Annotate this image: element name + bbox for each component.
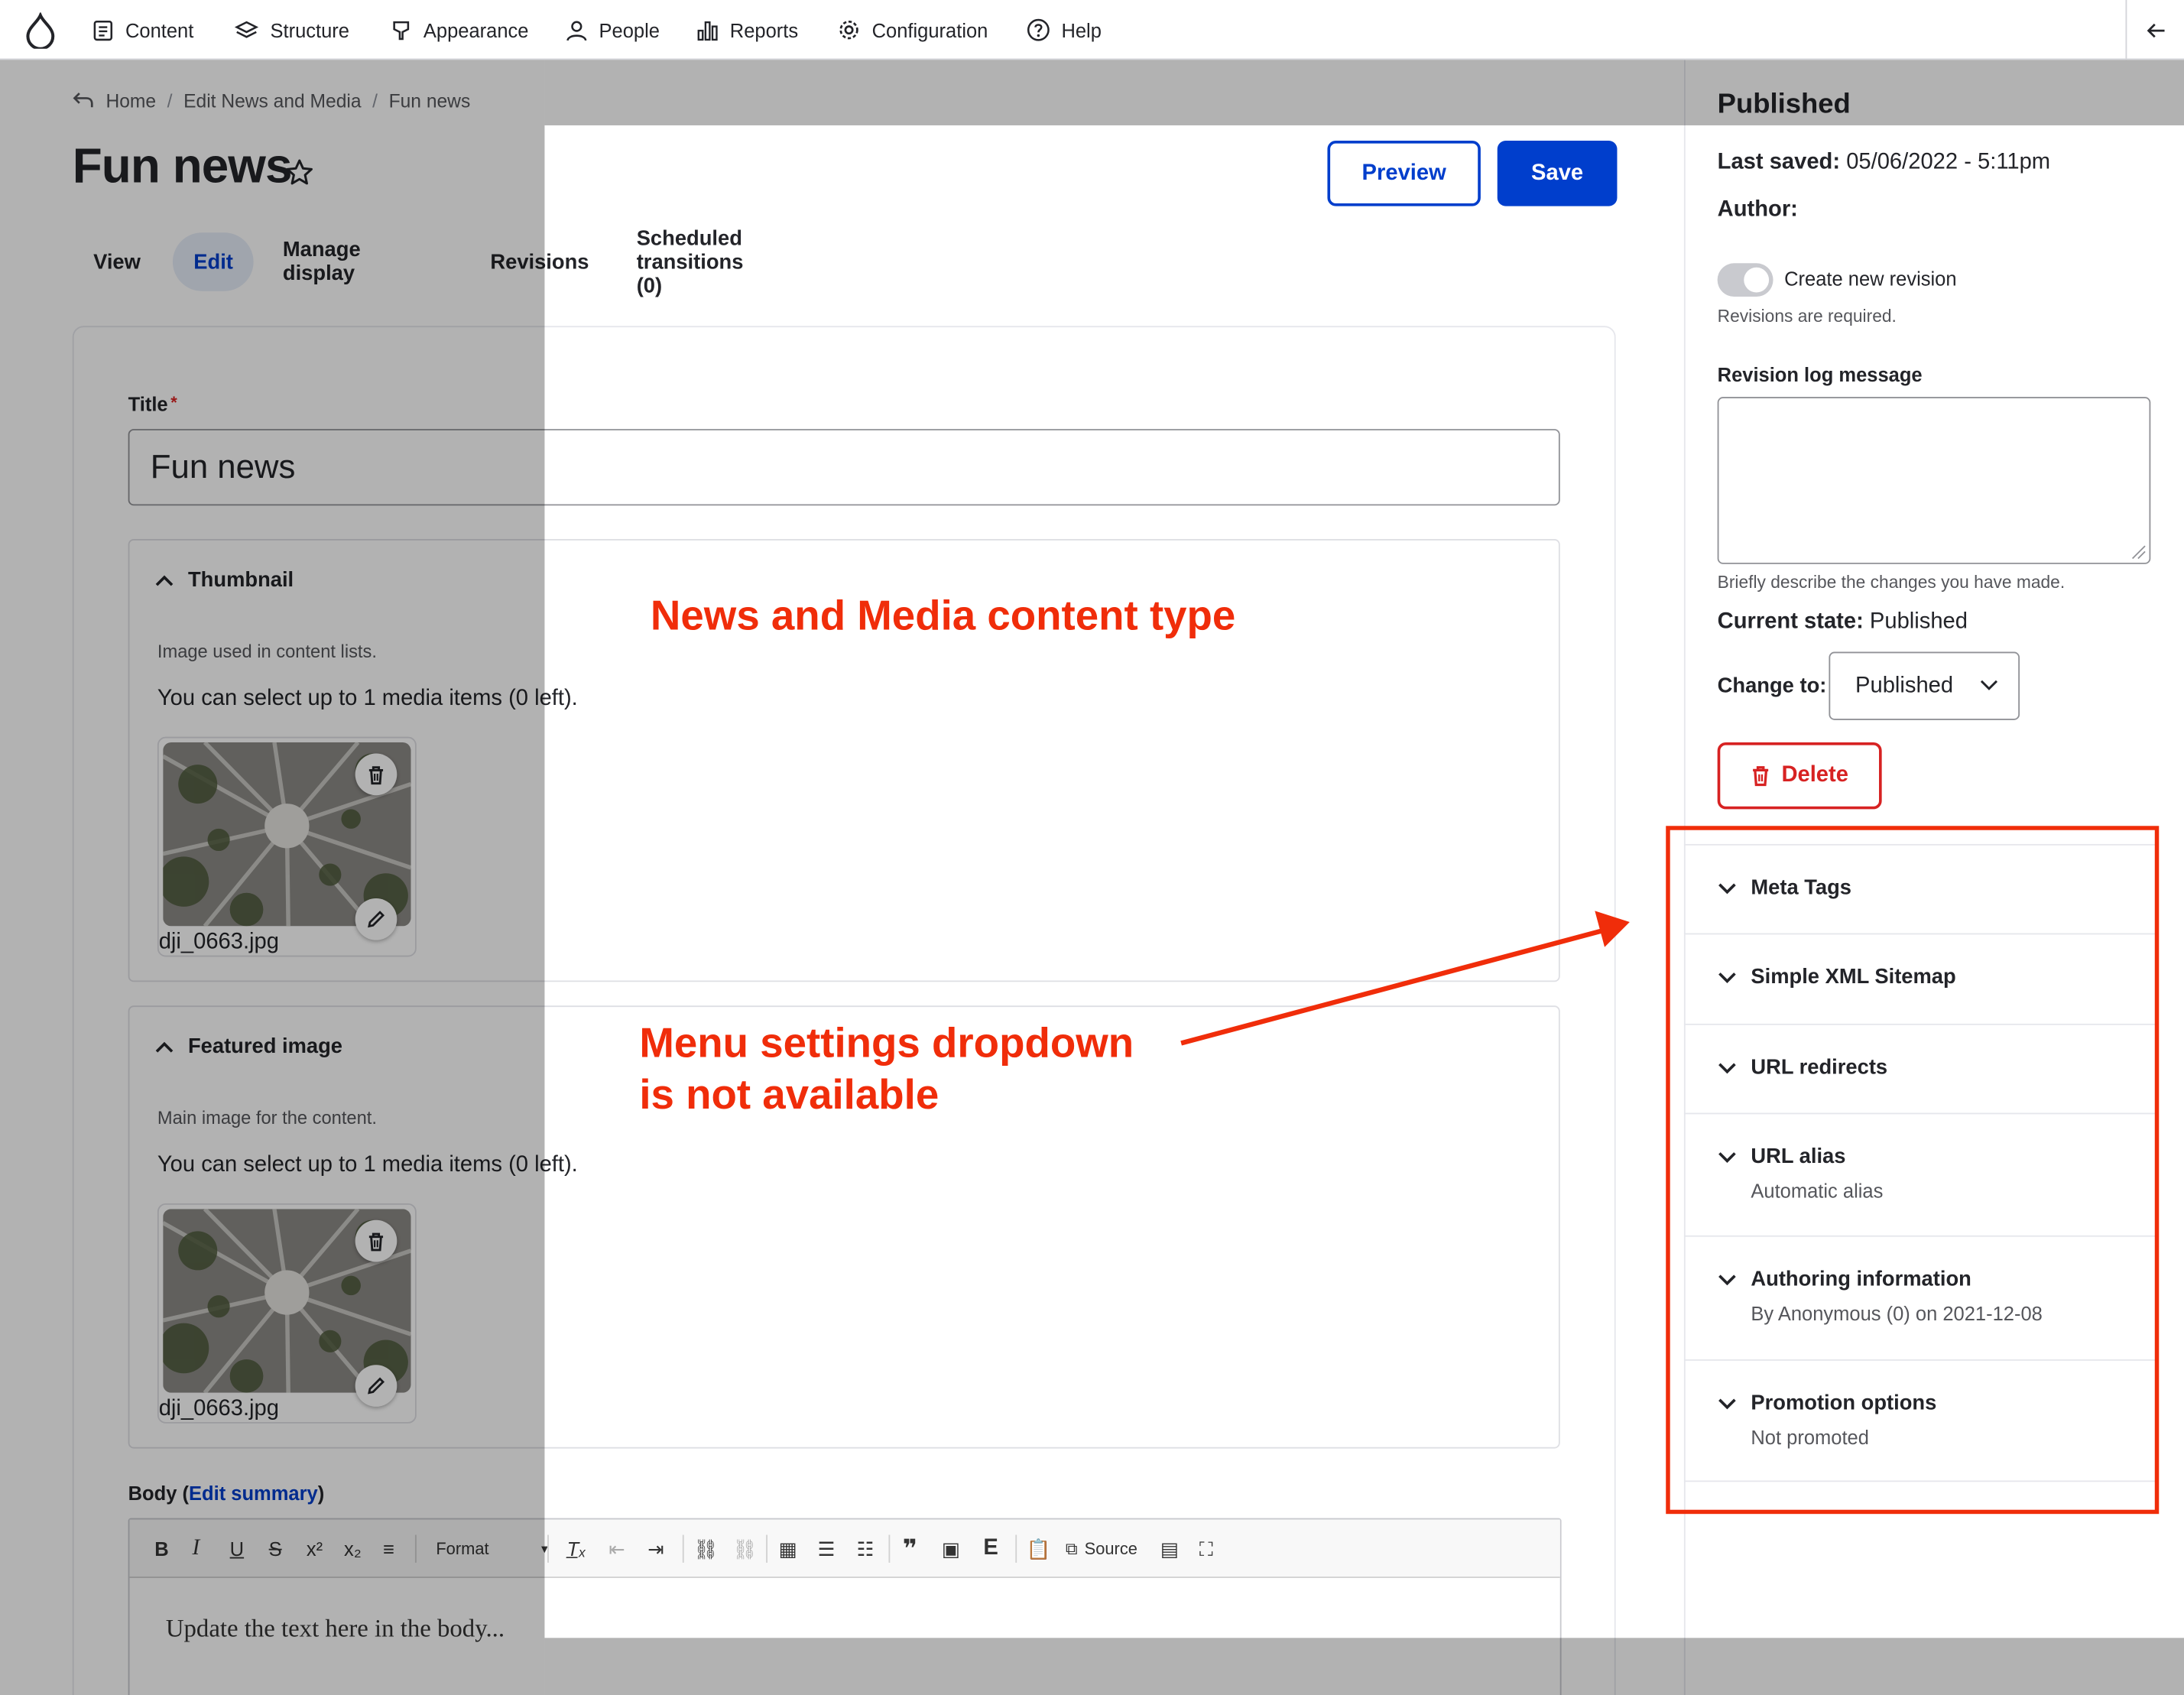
admin-toolbar: Content Structure Appearance People Repo… xyxy=(0,0,2184,60)
current-state-label: Current state: xyxy=(1717,609,1864,634)
toolbar-reports-label: Reports xyxy=(729,18,799,41)
change-to-label: Change to: xyxy=(1717,674,1827,698)
toolbar-people-label: People xyxy=(599,18,660,41)
content-type-annotation: News and Media content type xyxy=(650,593,1236,640)
last-saved-label: Last saved: xyxy=(1717,150,1841,174)
current-state: Current state: Published xyxy=(1718,610,1968,635)
people-icon xyxy=(566,20,587,41)
image-icon: ▣ xyxy=(941,1537,960,1560)
show-blocks-icon: ▤ xyxy=(1160,1537,1179,1560)
toolbar-reports[interactable]: Reports xyxy=(696,0,798,60)
toolbar-content-label: Content xyxy=(125,18,194,41)
numbered-list-button[interactable]: ☷ xyxy=(857,1519,875,1578)
toolbar-appearance-label: Appearance xyxy=(423,18,529,41)
toolbar-people[interactable]: People xyxy=(566,0,660,60)
show-blocks-button[interactable]: ▤ xyxy=(1160,1519,1179,1578)
bulleted-list-button[interactable]: ☰ xyxy=(818,1519,836,1578)
revision-log-help: Briefly describe the changes you have ma… xyxy=(1717,572,2066,593)
outdent-icon: ⇤ xyxy=(608,1537,625,1560)
toolbar-help-label: Help xyxy=(1061,18,1102,41)
source-button[interactable]: ⧉ Source xyxy=(1066,1519,1137,1578)
toolbar-configuration-label: Configuration xyxy=(871,18,988,41)
chevron-down-icon xyxy=(1980,680,1998,690)
outdent-button[interactable]: ⇤ xyxy=(608,1519,625,1578)
arrow-left-icon xyxy=(2146,23,2164,37)
maximize-button[interactable]: ⛶ xyxy=(1199,1519,1213,1578)
revision-log-textarea[interactable] xyxy=(1717,397,2151,564)
annotation-highlight-box xyxy=(1666,826,2160,1515)
paste-button[interactable]: 📋 xyxy=(1027,1519,1051,1578)
annotation-arrow-icon xyxy=(1180,911,1630,1046)
change-to-select[interactable]: Published xyxy=(1829,651,2020,720)
entity-embed-button[interactable]: E xyxy=(983,1519,998,1578)
save-button[interactable]: Save xyxy=(1497,140,1618,206)
menu-settings-annotation: Menu settings dropdown is not available xyxy=(639,1018,1134,1122)
author-label: Author: xyxy=(1717,197,1798,222)
create-revision-toggle[interactable] xyxy=(1717,263,1773,297)
help-icon xyxy=(1027,18,1050,41)
change-to-value: Published xyxy=(1855,673,1954,697)
preview-button[interactable]: Preview xyxy=(1327,140,1481,206)
toolbar-separator xyxy=(682,1534,684,1563)
delete-label: Delete xyxy=(1781,763,1848,787)
maximize-icon: ⛶ xyxy=(1199,1537,1213,1560)
menu-note-line-1: Menu settings dropdown xyxy=(639,1021,1134,1067)
table-icon: ▦ xyxy=(778,1537,797,1560)
unlink-button[interactable]: ⛓ xyxy=(732,1519,757,1578)
toolbar-separator xyxy=(1015,1534,1017,1563)
remove-format-button[interactable]: T̲ₓ xyxy=(567,1519,586,1578)
revision-log-label: Revision log message xyxy=(1717,363,1923,386)
numbered-list-icon: ☷ xyxy=(856,1537,875,1560)
appearance-icon xyxy=(393,20,410,40)
toolbar-structure[interactable]: Structure xyxy=(234,0,349,60)
source-icon: ⧉ xyxy=(1065,1538,1078,1558)
dim-overlay-top-right xyxy=(1683,60,2184,125)
image-button[interactable]: ▣ xyxy=(942,1519,960,1578)
dim-overlay-top xyxy=(544,60,1684,125)
dim-overlay-bottom xyxy=(544,1638,2184,1695)
link-icon: ⛓ xyxy=(693,1537,719,1560)
link-button[interactable]: ⛓ xyxy=(693,1519,718,1578)
indent-icon: ⇥ xyxy=(647,1537,664,1560)
reports-icon xyxy=(697,21,718,41)
remove-format-icon: T̲ₓ xyxy=(566,1538,586,1560)
structure-icon xyxy=(234,20,259,37)
paste-icon: 📋 xyxy=(1026,1537,1051,1560)
trash-icon xyxy=(1753,766,1769,787)
drupal-logo-icon[interactable] xyxy=(17,0,64,60)
bulleted-list-icon: ☰ xyxy=(817,1537,836,1560)
source-label: Source xyxy=(1084,1538,1137,1559)
current-state-value: Published xyxy=(1869,609,1968,634)
toolbar-collapse-button[interactable] xyxy=(2125,0,2184,60)
delete-button[interactable]: Delete xyxy=(1717,742,1882,810)
indent-button[interactable]: ⇥ xyxy=(647,1519,664,1578)
entity-embed-icon: E xyxy=(983,1536,998,1560)
content-icon xyxy=(93,20,113,41)
revisions-required-note: Revisions are required. xyxy=(1717,306,1897,326)
last-saved: Last saved: 05/06/2022 - 5:11pm xyxy=(1718,151,2050,176)
toolbar-structure-label: Structure xyxy=(270,18,350,41)
toolbar-separator xyxy=(888,1534,891,1563)
toolbar-content[interactable]: Content xyxy=(92,0,193,60)
toolbar-configuration[interactable]: Configuration xyxy=(837,0,988,60)
blockquote-icon: ❞ xyxy=(902,1534,917,1563)
blockquote-button[interactable]: ❞ xyxy=(903,1519,917,1578)
gear-icon xyxy=(839,20,858,40)
menu-note-line-2: is not available xyxy=(639,1072,939,1119)
last-saved-value: 05/06/2022 - 5:11pm xyxy=(1846,150,2051,174)
dim-overlay-left xyxy=(0,60,545,1695)
toolbar-help[interactable]: Help xyxy=(1027,0,1102,60)
toolbar-appearance[interactable]: Appearance xyxy=(390,0,529,60)
tab-scheduled-transitions[interactable]: Scheduled transitions (0) xyxy=(637,226,744,297)
table-button[interactable]: ▦ xyxy=(779,1519,797,1578)
toolbar-separator xyxy=(547,1534,549,1563)
create-revision-label: Create new revision xyxy=(1784,267,1957,290)
unlink-icon: ⛓ xyxy=(732,1537,758,1560)
resize-handle-icon xyxy=(2131,545,2146,560)
toolbar-separator xyxy=(766,1534,767,1563)
